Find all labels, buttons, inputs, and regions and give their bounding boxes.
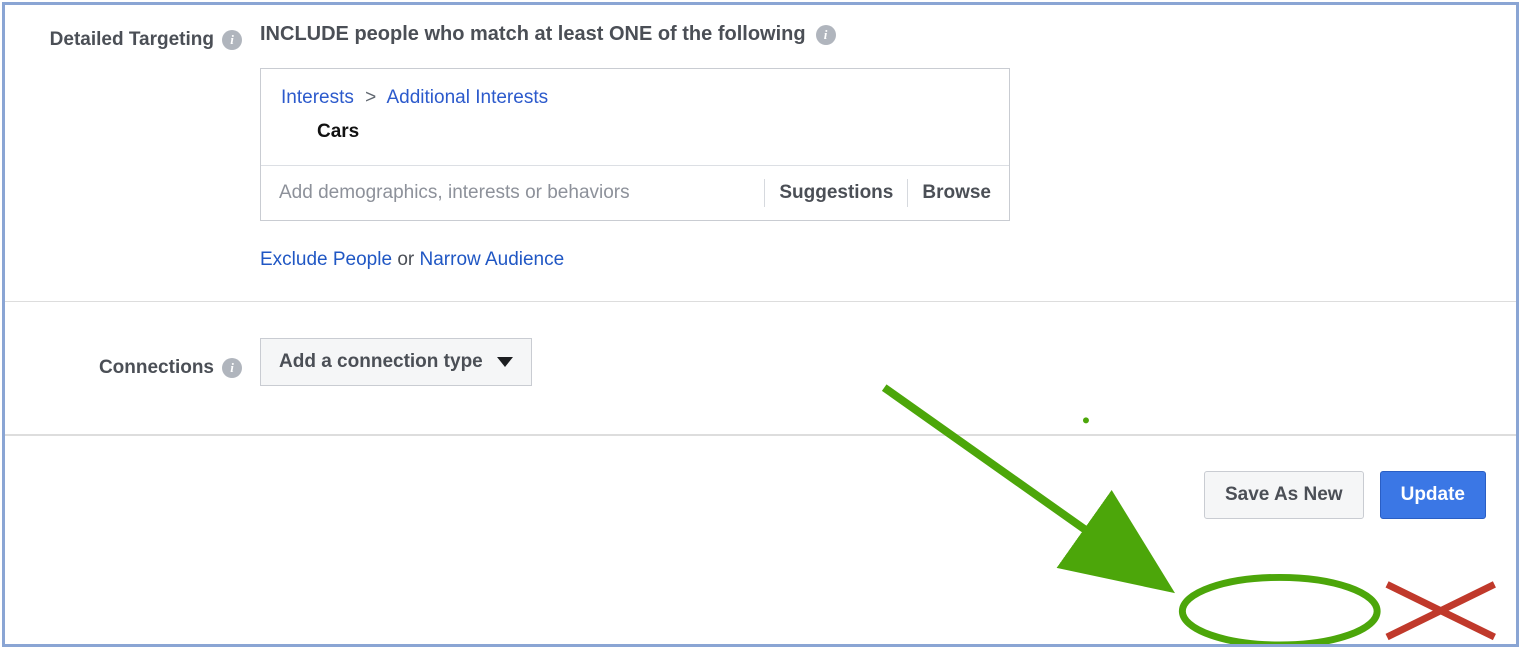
- connections-label-text: Connections: [99, 357, 214, 379]
- add-connection-type-label: Add a connection type: [279, 351, 483, 373]
- update-button[interactable]: Update: [1380, 471, 1486, 519]
- ads-targeting-panel: Detailed Targeting i INCLUDE people who …: [2, 2, 1519, 647]
- add-connection-type-dropdown[interactable]: Add a connection type: [260, 338, 532, 386]
- annotation-circle: [1182, 577, 1377, 644]
- targeting-breadcrumb: Interests > Additional Interests: [281, 87, 989, 109]
- annotation-cross: [1387, 584, 1494, 637]
- include-description-text: INCLUDE people who match at least ONE of…: [260, 23, 806, 46]
- breadcrumb-separator: >: [365, 87, 376, 108]
- browse-button[interactable]: Browse: [922, 182, 991, 204]
- save-as-new-button[interactable]: Save As New: [1204, 471, 1364, 519]
- exclude-people-link[interactable]: Exclude People: [260, 249, 392, 270]
- connections-label: Connections i: [99, 357, 242, 379]
- detailed-targeting-label-text: Detailed Targeting: [50, 29, 214, 51]
- annotation-cross: [1387, 584, 1494, 637]
- include-description: INCLUDE people who match at least ONE of…: [260, 23, 1486, 46]
- targeting-input[interactable]: [279, 176, 750, 210]
- narrow-audience-link[interactable]: Narrow Audience: [420, 249, 565, 270]
- or-text: or: [392, 249, 419, 270]
- targeting-selected-area: Interests > Additional Interests Cars: [261, 69, 1009, 165]
- detailed-targeting-section: Detailed Targeting i INCLUDE people who …: [5, 5, 1516, 302]
- caret-down-icon: [497, 357, 513, 367]
- suggestions-button[interactable]: Suggestions: [779, 182, 893, 204]
- footer: Save As New Update: [5, 435, 1516, 525]
- divider: [907, 179, 908, 207]
- info-icon[interactable]: i: [816, 25, 836, 45]
- connections-section: Connections i Add a connection type: [5, 302, 1516, 435]
- divider: [764, 179, 765, 207]
- detailed-targeting-label: Detailed Targeting i: [50, 29, 242, 51]
- info-icon[interactable]: i: [222, 30, 242, 50]
- breadcrumb-additional-link[interactable]: Additional Interests: [387, 87, 549, 108]
- selected-interest[interactable]: Cars: [317, 121, 989, 143]
- info-icon[interactable]: i: [222, 358, 242, 378]
- exclude-narrow-row: Exclude People or Narrow Audience: [260, 249, 1486, 271]
- breadcrumb-interests-link[interactable]: Interests: [281, 87, 354, 108]
- targeting-input-row: Suggestions Browse: [261, 165, 1009, 220]
- targeting-box: Interests > Additional Interests Cars Su…: [260, 68, 1010, 221]
